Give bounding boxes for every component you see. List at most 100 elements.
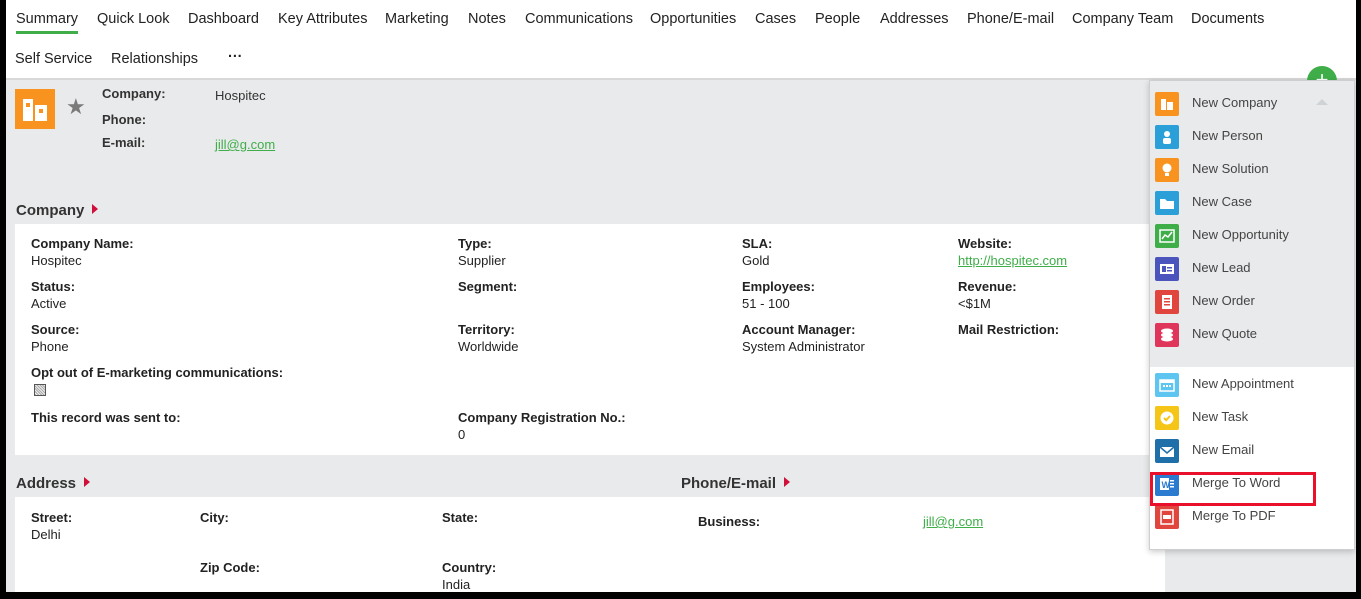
menu-item-label: Merge To PDF xyxy=(1192,508,1276,523)
trend-icon xyxy=(1155,224,1179,248)
menu-item-new-person[interactable]: New Person xyxy=(1155,122,1350,152)
field-label: Mail Restriction: xyxy=(958,322,1060,337)
field-label: Type: xyxy=(458,236,492,251)
tab-communications[interactable]: Communications xyxy=(525,11,633,27)
tab-summary[interactable]: Summary xyxy=(16,11,79,34)
business-email-link[interactable]: jill@g.com xyxy=(923,514,983,529)
menu-item-label: New Person xyxy=(1192,128,1263,143)
menu-item-new-order[interactable]: New Order xyxy=(1155,287,1350,317)
phone-email-section-label: Phone/E-mail xyxy=(681,475,777,492)
tab-addresses[interactable]: Addresses xyxy=(880,11,949,27)
company-section-label: Company xyxy=(16,202,85,219)
menu-item-merge-to-pdf[interactable]: Merge To PDF xyxy=(1155,502,1350,532)
field-label: This record was sent to: xyxy=(31,410,181,425)
expand-arrow-icon xyxy=(784,477,791,487)
website-link[interactable]: http://hospitec.com xyxy=(958,253,1067,268)
field-label: SLA: xyxy=(742,236,773,251)
crm-window: Summary Quick Look Dashboard Key Attribu… xyxy=(6,0,1356,592)
field-label: Revenue: xyxy=(958,279,1017,294)
company-section-title[interactable]: Company xyxy=(16,202,99,219)
tab-more-button[interactable]: ··· xyxy=(228,49,243,65)
field-value: 51 - 100 xyxy=(742,296,790,311)
field-label: Company Name: xyxy=(31,236,134,251)
address-section-label: Address xyxy=(16,475,77,492)
country-value: India xyxy=(442,577,471,592)
field-label: Status: xyxy=(31,279,76,294)
envelope-icon xyxy=(1155,439,1179,463)
state-label: State: xyxy=(442,510,479,525)
tab-cases[interactable]: Cases xyxy=(755,11,796,27)
field-value: 0 xyxy=(458,427,466,442)
menu-item-new-appointment[interactable]: New Appointment xyxy=(1155,370,1350,400)
tab-documents[interactable]: Documents xyxy=(1191,11,1264,27)
tab-quick-look[interactable]: Quick Look xyxy=(97,11,170,27)
expand-arrow-icon xyxy=(84,477,91,487)
tab-relationships[interactable]: Relationships xyxy=(111,51,198,67)
tab-marketing[interactable]: Marketing xyxy=(385,11,449,27)
tab-key-attributes[interactable]: Key Attributes xyxy=(278,11,367,27)
city-label: City: xyxy=(200,510,229,525)
zip-label: Zip Code: xyxy=(200,560,260,575)
menu-item-label: New Appointment xyxy=(1192,376,1294,391)
company-value: Hospitec xyxy=(215,88,266,103)
menu-item-new-task[interactable]: New Task xyxy=(1155,403,1350,433)
field-value: <$1M xyxy=(958,296,991,311)
menu-item-new-lead[interactable]: New Lead xyxy=(1155,254,1350,284)
street-label: Street: xyxy=(31,510,73,525)
field-label: Employees: xyxy=(742,279,815,294)
menu-item-new-case[interactable]: New Case xyxy=(1155,188,1350,218)
phone-email-section-title[interactable]: Phone/E-mail xyxy=(681,475,791,492)
menu-item-label: New Task xyxy=(1192,409,1249,424)
menu-item-label: New Lead xyxy=(1192,260,1251,275)
field-value: Worldwide xyxy=(458,339,519,354)
field-value: Gold xyxy=(742,253,770,268)
pdf-icon xyxy=(1155,505,1179,529)
country-label: Country: xyxy=(442,560,497,575)
tab-opportunities[interactable]: Opportunities xyxy=(650,11,736,27)
menu-item-label: New Solution xyxy=(1192,161,1269,176)
expand-arrow-icon xyxy=(92,204,99,214)
tab-bar: Summary Quick Look Dashboard Key Attribu… xyxy=(6,0,1356,80)
person-icon xyxy=(1155,125,1179,149)
menu-item-label: New Quote xyxy=(1192,326,1258,341)
field-label: Source: xyxy=(31,322,80,337)
address-card: Street: Delhi City: State: Zip Code: Cou… xyxy=(15,497,1165,592)
menu-item-label: New Email xyxy=(1192,442,1255,457)
highlight-box xyxy=(1150,472,1316,506)
field-label: Territory: xyxy=(458,322,515,337)
business-label: Business: xyxy=(698,514,761,529)
record-header: ★ Company: Hospitec Phone: E-mail: jill@… xyxy=(6,82,1156,192)
company-label: Company: xyxy=(102,86,166,101)
menu-item-new-email[interactable]: New Email xyxy=(1155,436,1350,466)
email-link[interactable]: jill@g.com xyxy=(215,137,275,152)
phone-label: Phone: xyxy=(102,112,147,127)
company-icon xyxy=(15,89,55,129)
address-section-title[interactable]: Address xyxy=(16,475,91,492)
task-check-icon xyxy=(1155,406,1179,430)
menu-item-new-opportunity[interactable]: New Opportunity xyxy=(1155,221,1350,251)
tab-self-service[interactable]: Self Service xyxy=(15,51,92,67)
menu-item-label: New Order xyxy=(1192,293,1255,308)
tab-dashboard[interactable]: Dashboard xyxy=(188,11,259,27)
favorite-star-icon[interactable]: ★ xyxy=(66,94,86,120)
tab-people[interactable]: People xyxy=(815,11,860,27)
calendar-icon xyxy=(1155,373,1179,397)
field-value: System Administrator xyxy=(742,339,865,354)
street-value: Delhi xyxy=(31,527,61,542)
menu-item-new-company[interactable]: New Company xyxy=(1155,89,1350,119)
menu-item-new-solution[interactable]: New Solution xyxy=(1155,155,1350,185)
field-label: Company Registration No.: xyxy=(458,410,626,425)
quote-icon xyxy=(1155,323,1179,347)
tab-notes[interactable]: Notes xyxy=(468,11,506,27)
field-value: Hospitec xyxy=(31,253,82,268)
field-label: Website: xyxy=(958,236,1012,251)
field-value: Phone xyxy=(31,339,69,354)
menu-item-label: New Opportunity xyxy=(1192,227,1289,242)
tab-phone-email[interactable]: Phone/E-mail xyxy=(967,11,1054,27)
company-icon xyxy=(1155,92,1179,116)
field-value: Active xyxy=(31,296,67,311)
tab-company-team[interactable]: Company Team xyxy=(1072,11,1173,27)
menu-item-new-quote[interactable]: New Quote xyxy=(1155,320,1350,350)
opt-out-checkbox[interactable] xyxy=(34,384,46,396)
lead-card-icon xyxy=(1155,257,1179,281)
